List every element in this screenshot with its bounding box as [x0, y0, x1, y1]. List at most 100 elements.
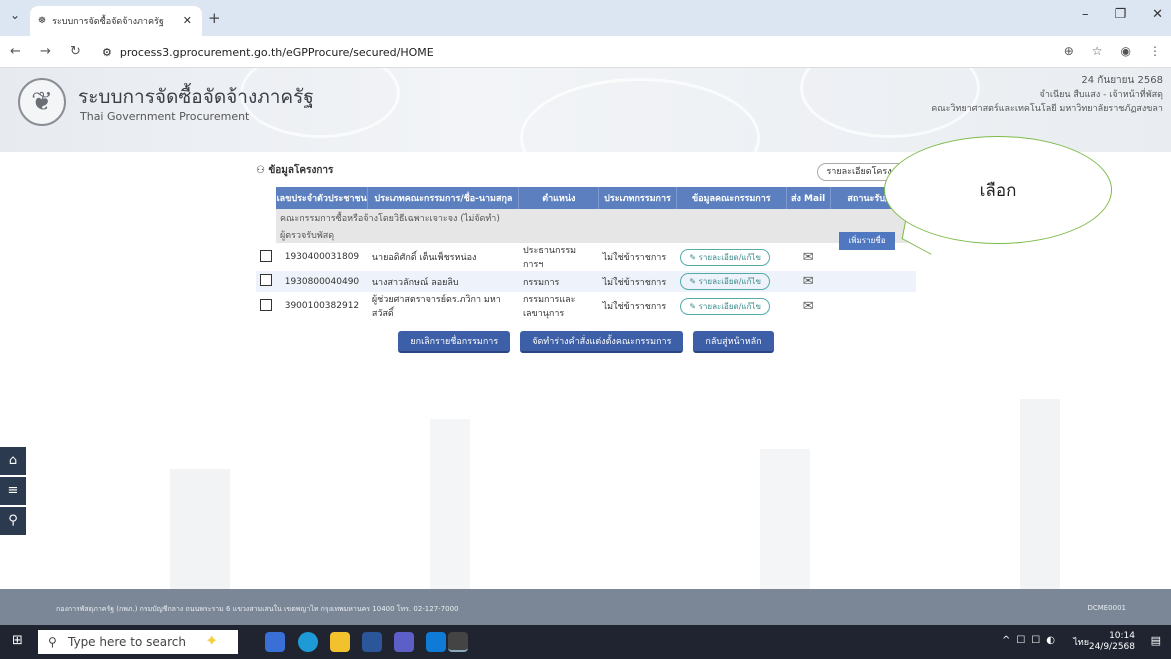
back-icon[interactable]: ←	[10, 44, 21, 59]
profile-icon[interactable]: ◉	[1121, 44, 1131, 58]
col-type: ประเภทกรรมการ	[598, 187, 677, 209]
url-text: process3.gprocurement.go.th/eGPProcure/s…	[119, 45, 434, 59]
browser-tab[interactable]: ☸ ระบบการจัดซื้อจัดจ้างภาครัฐ ✕	[30, 6, 202, 36]
tab-list-chevron-icon[interactable]: ⌄	[10, 8, 20, 22]
windows-start-icon[interactable]: ⊞	[12, 633, 23, 648]
home-icon[interactable]: ⌂	[0, 447, 26, 475]
clock[interactable]: 10:14 24/9/2568	[1089, 631, 1135, 653]
user-org: คณะวิทยาศาสตร์และเทคโนโลยี มหาวิทยาลัยรา…	[931, 104, 1163, 114]
row-checkbox[interactable]	[260, 298, 272, 311]
edge-icon[interactable]	[298, 632, 318, 652]
cancel-committee-button[interactable]: ยกเลิกรายชื่อกรรมการ	[398, 331, 511, 353]
edit-icon: ✎	[689, 252, 699, 262]
col-mail: ส่ง Mail	[786, 187, 831, 209]
notification-icon[interactable]: ▤	[1151, 634, 1161, 647]
member-name: นางสาวลักษณ์ ลอยลิบ	[367, 271, 519, 292]
zoom-icon[interactable]: ⊕	[1064, 44, 1074, 58]
section-label: คณะกรรมการซื้อหรือจ้างโดยวิธีเฉพาะเจาะจง…	[276, 209, 916, 226]
edit-details-button[interactable]: ✎ รายละเอียด/แก้ไข	[680, 273, 770, 290]
app-icon[interactable]	[426, 632, 446, 652]
member-type: ไม่ใช่ข้าราชการ	[598, 271, 677, 292]
panel-title-text: ข้อมูลโครงการ	[268, 165, 334, 176]
col-name: ประเภทคณะกรรมการ/ชื่อ-นามสกุล	[367, 187, 520, 209]
sparkle-icon[interactable]: ✦	[205, 631, 218, 650]
garuda-logo-icon: ❦	[18, 78, 66, 126]
col-position: ตำแหน่ง	[518, 187, 600, 209]
edit-icon: ✎	[689, 277, 699, 286]
tab-title: ระบบการจัดซื้อจัดจ้างภาครัฐ	[52, 17, 164, 27]
member-position: กรรมการ	[518, 271, 599, 292]
edit-details-button[interactable]: ✎ รายละเอียด/แก้ไข	[680, 248, 770, 266]
committee-table: เลขประจำตัวประชาชน ประเภทคณะกรรมการ/ชื่อ…	[256, 187, 917, 320]
favicon-icon: ☸	[38, 16, 47, 26]
callout-bubble: เลือก	[884, 136, 1112, 244]
site-info-icon[interactable]: ⚙	[102, 46, 112, 59]
close-window-icon[interactable]: ✕	[1152, 7, 1163, 22]
word-icon[interactable]	[362, 632, 382, 652]
add-name-button[interactable]: เพิ่มรายชื่อ	[839, 232, 895, 250]
member-type: ไม่ใช่ข้าราชการ	[598, 292, 677, 320]
clock-date: 24/9/2568	[1088, 642, 1135, 652]
search-icon: ⚲	[48, 635, 57, 649]
reload-icon[interactable]: ↻	[70, 44, 81, 59]
section-row: คณะกรรมการซื้อหรือจ้างโดยวิธีเฉพาะเจาะจง…	[256, 209, 916, 226]
back-home-button[interactable]: กลับสู่หน้าหลัก	[693, 331, 774, 353]
mail-icon[interactable]: ✉	[803, 299, 814, 314]
current-date: 24 กันยายน 2568	[1081, 75, 1163, 86]
action-bar: ยกเลิกรายชื่อกรรมการ จัดทำร่างคำสั่งแต่ง…	[256, 331, 916, 353]
row-checkbox[interactable]	[260, 249, 272, 262]
chrome-icon[interactable]	[448, 632, 468, 652]
left-toolbar: ⌂ ≡ ⚲	[0, 447, 26, 537]
people-icon: ⚇	[256, 165, 269, 176]
url-field[interactable]: ⚙ process3.gprocurement.go.th/eGPProcure…	[96, 41, 1116, 63]
forward-icon[interactable]: →	[40, 44, 51, 59]
edit-icon: ✎	[689, 301, 699, 311]
citizen-id: 1930800040490	[276, 271, 368, 292]
site-footer: กองการพัสดุภาครัฐ (กพภ.) กรมบัญชีกลาง ถน…	[0, 589, 1171, 625]
minimize-icon[interactable]: –	[1082, 7, 1089, 22]
footer-address: กองการพัสดุภาครัฐ (กพภ.) กรมบัญชีกลาง ถน…	[56, 605, 459, 613]
edit-label: รายละเอียด/แก้ไข	[698, 277, 761, 286]
member-position: ประธานกรรมการฯ	[518, 243, 599, 271]
row-checkbox[interactable]	[260, 274, 272, 286]
menu-dots-icon[interactable]: ⋮	[1149, 44, 1161, 58]
mail-icon[interactable]: ✉	[803, 274, 814, 289]
site-subtitle: Thai Government Procurement	[80, 110, 250, 123]
clock-time: 10:14	[1109, 631, 1135, 641]
callout-text: เลือก	[979, 180, 1017, 201]
panel-title: ⚇ ข้อมูลโครงการ	[256, 163, 333, 178]
user-info: 24 กันยายน 2568 จำเนียน สืบแสง - เจ้าหน้…	[931, 74, 1163, 116]
section-label: ผู้ตรวจรับพัสดุ	[276, 226, 916, 243]
member-name: ผู้ช่วยศาสตราจารย์ดร.ภวิกา มหาสวัสดิ์	[367, 292, 519, 320]
search-icon[interactable]: ⚲	[0, 507, 26, 535]
page-code: DCME0001	[1087, 604, 1126, 612]
browser-tab-bar: ⌄ ☸ ระบบการจัดซื้อจัดจ้างภาครัฐ ✕ + – ❐ …	[0, 0, 1171, 36]
member-position: กรรมการและ เลขานุการ	[518, 292, 599, 320]
bookmark-star-icon[interactable]: ☆	[1092, 44, 1103, 58]
user-name: จำเนียน สืบแสง - เจ้าหน้าที่พัสดุ	[1039, 90, 1163, 100]
member-name: นายอดิศักดิ์ เต็นเพ็ชรหน่อง	[367, 243, 519, 271]
new-tab-icon[interactable]: +	[208, 9, 221, 27]
edit-label: รายละเอียด/แก้ไข	[698, 301, 761, 311]
restore-icon[interactable]: ❐	[1114, 7, 1126, 22]
system-tray-icons[interactable]: ^☐☐◐	[1002, 635, 1061, 646]
close-tab-icon[interactable]: ✕	[183, 14, 192, 27]
table-header-row: เลขประจำตัวประชาชน ประเภทคณะกรรมการ/ชื่อ…	[256, 187, 917, 209]
copilot-icon[interactable]	[265, 632, 285, 652]
file-explorer-icon[interactable]	[330, 632, 350, 652]
citizen-id: 3900100382912	[276, 292, 368, 320]
section-row: ผู้ตรวจรับพัสดุ	[256, 226, 916, 243]
edit-details-button[interactable]: ✎ รายละเอียด/แก้ไข	[680, 297, 770, 315]
mail-icon[interactable]: ✉	[803, 250, 814, 265]
address-bar: ← → ↻ ⚙ process3.gprocurement.go.th/eGPP…	[0, 36, 1171, 68]
windows-taskbar: ⊞ ⚲ Type here to search ✦ ^☐☐◐ ไทย 10:14…	[0, 625, 1171, 659]
col-id: เลขประจำตัวประชาชน	[276, 187, 369, 209]
table-row: 1930800040490 นางสาวลักษณ์ ลอยลิบ กรรมกา…	[256, 271, 916, 292]
edit-label: รายละเอียด/แก้ไข	[698, 252, 761, 262]
menu-icon[interactable]: ≡	[0, 477, 26, 505]
draft-order-button[interactable]: จัดทำร่างคำสั่งแต่งตั้งคณะกรรมการ	[520, 331, 684, 353]
teams-icon[interactable]	[394, 632, 414, 652]
input-language[interactable]: ไทย	[1073, 635, 1089, 649]
col-info: ข้อมูลคณะกรรมการ	[676, 187, 787, 209]
table-row: 3900100382912 ผู้ช่วยศาสตราจารย์ดร.ภวิกา…	[256, 292, 916, 320]
